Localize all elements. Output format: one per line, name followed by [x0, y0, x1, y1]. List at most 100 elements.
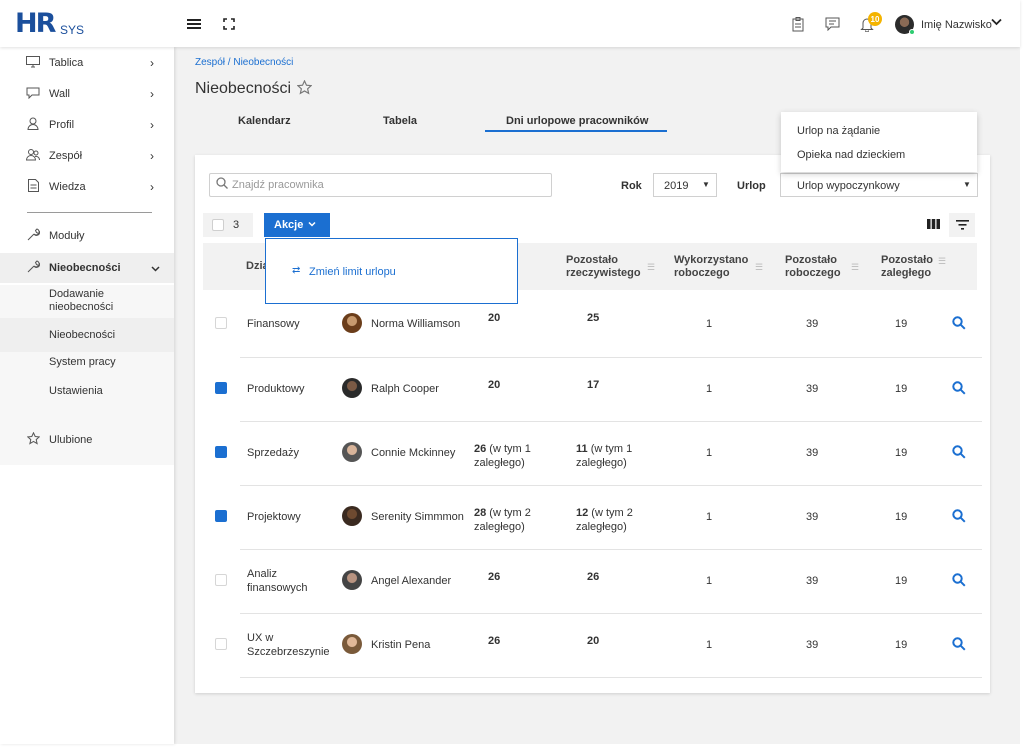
row-checkbox[interactable] [215, 446, 227, 458]
remaining-actual-value: 17 [587, 379, 600, 391]
remaining-working-cell: 39 [806, 317, 819, 330]
remaining-actual-cell: 25 [587, 311, 657, 325]
action-change-limit[interactable]: Zmień limit urlopu [309, 266, 396, 278]
remaining-actual-cell: 11 (w tym 1 zaległego) [576, 442, 646, 470]
select-all[interactable]: 3 [203, 213, 253, 237]
remaining-actual-value: 26 [587, 571, 600, 583]
sidebar-item-label: Zespół [49, 150, 83, 162]
sidebar-item-nieobecnosci[interactable]: Nieobecności [0, 253, 174, 283]
sidebar-subitem-label: Nieobecności [49, 328, 116, 341]
year-label: Rok [621, 180, 642, 192]
col-header-used-working[interactable]: Wykorzystano roboczego [674, 254, 754, 280]
employee-name[interactable]: Angel Alexander [371, 574, 451, 588]
user-icon [25, 117, 41, 133]
filter-icon[interactable] [949, 213, 975, 237]
columns-icon[interactable] [927, 218, 940, 232]
leave-type-select[interactable]: Urlop wypoczynkowy ▼ [780, 173, 978, 197]
dept-cell: Analiz finansowych [247, 568, 308, 594]
logo[interactable]: HR SYS [15, 10, 95, 38]
tab-dni-urlopowe[interactable]: Dni urlopowe pracowników [506, 115, 648, 127]
search-input[interactable] [232, 177, 542, 193]
fullscreen-icon[interactable] [220, 15, 238, 33]
chevron-down-icon [151, 261, 160, 275]
sidebar-item-profil[interactable]: Profil › [0, 110, 174, 140]
remaining-working-cell: 39 [806, 575, 819, 587]
used-working-cell: 1 [706, 317, 713, 330]
row-checkbox[interactable] [215, 382, 227, 394]
row-checkbox[interactable] [215, 510, 227, 522]
tab-kalendarz[interactable]: Kalendarz [238, 115, 291, 127]
avatar [342, 570, 362, 590]
chevron-down-icon[interactable] [991, 17, 1002, 29]
sidebar-subitem-dodawanie[interactable]: Dodawanie nieobecności [0, 285, 174, 317]
sidebar-item-tablica[interactable]: Tablica › [0, 48, 174, 78]
row-checkbox[interactable] [215, 574, 227, 586]
avatar [342, 378, 362, 398]
search-icon[interactable] [952, 315, 966, 333]
search-icon[interactable] [952, 509, 966, 526]
tab-tabela[interactable]: Tabela [383, 115, 417, 127]
remaining-actual-value: 12 [576, 507, 589, 519]
star-icon [25, 431, 41, 448]
row-checkbox[interactable] [215, 316, 227, 329]
messages-icon[interactable] [823, 15, 841, 33]
actions-button[interactable]: Akcje [264, 213, 330, 237]
search-icon[interactable] [952, 637, 966, 654]
chevron-right-icon: › [150, 149, 154, 163]
sidebar-subitem-system-pracy[interactable]: System pracy [0, 347, 174, 377]
col-header-remaining-working[interactable]: Pozostało roboczego [785, 254, 845, 280]
wrench-icon [25, 260, 41, 276]
chevron-right-icon: › [150, 56, 154, 70]
dept-cell: Projektowy [247, 511, 301, 523]
sort-icon[interactable]: ☰ [851, 262, 859, 273]
employee-name[interactable]: Kristin Pena [371, 638, 430, 652]
sidebar-item-label: Wall [49, 88, 70, 100]
sort-icon[interactable]: ☰ [938, 256, 946, 267]
sidebar-item-label: Moduły [49, 230, 85, 242]
year-select[interactable]: 2019 ▼ [653, 173, 717, 197]
sidebar-subitem-ustawienia[interactable]: Ustawienia [0, 376, 174, 406]
limit-value: 26 [488, 571, 501, 583]
limit-cell: 20 [488, 378, 558, 392]
breadcrumb[interactable]: Zespół / Nieobecności [195, 57, 293, 68]
select-all-checkbox[interactable] [212, 219, 224, 231]
sidebar-item-label: Profil [49, 119, 75, 131]
sidebar-item-zespol[interactable]: Zespół › [0, 141, 174, 171]
search-icon[interactable] [952, 573, 966, 590]
search-icon[interactable] [952, 381, 966, 398]
sort-icon[interactable]: ☰ [755, 262, 763, 273]
leave-option[interactable]: Urlop na żądanie [797, 125, 880, 137]
sidebar-item-wall[interactable]: Wall › [0, 79, 174, 109]
menu-icon[interactable] [185, 15, 203, 33]
search-icon [216, 177, 228, 192]
leave-label: Urlop [737, 180, 766, 192]
star-icon[interactable] [296, 79, 313, 99]
limit-value: 26 [474, 443, 487, 455]
employee-name[interactable]: Serenity Simmmon [371, 510, 464, 524]
sidebar-item-moduly[interactable]: Moduły [0, 221, 174, 251]
remaining-actual-cell: 20 [587, 634, 657, 648]
limit-cell: 26 (w tym 1 zaległego) [474, 442, 544, 470]
dept-cell: Produktowy [247, 383, 305, 395]
sidebar-item-ulubione[interactable]: Ulubione [0, 425, 174, 455]
sidebar-item-wiedza[interactable]: Wiedza › [0, 172, 174, 202]
search-field[interactable] [209, 173, 552, 197]
avatar [342, 312, 362, 333]
user-name[interactable]: Imię Nazwisko [921, 19, 992, 31]
clipboard-icon[interactable] [789, 15, 807, 33]
limit-cell: 26 [488, 634, 558, 648]
remaining-actual-cell: 26 [587, 570, 657, 584]
sort-icon[interactable]: ☰ [647, 262, 655, 273]
swap-icon: ⇄ [292, 265, 301, 276]
col-header-remaining-overdue[interactable]: Pozostało zaległego [881, 254, 941, 280]
row-divider [240, 613, 982, 614]
row-divider [240, 485, 982, 486]
employee-name[interactable]: Connie Mckinney [371, 446, 455, 460]
employee-name[interactable]: Ralph Cooper [371, 382, 439, 396]
employee-name[interactable]: Norma Williamson [371, 317, 460, 331]
leave-option[interactable]: Opieka nad dzieckiem [797, 149, 905, 161]
row-checkbox[interactable] [215, 638, 227, 650]
search-icon[interactable] [952, 445, 966, 462]
remaining-overdue-cell: 19 [895, 383, 908, 395]
col-header-remaining-actual[interactable]: Pozostało rzeczywistego [566, 254, 646, 280]
